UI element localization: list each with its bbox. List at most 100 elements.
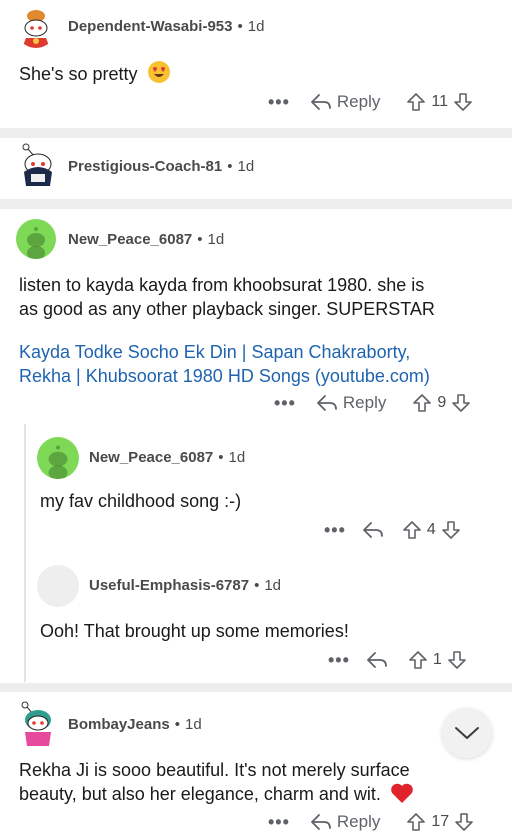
comment-body: She's so pretty [19,60,171,90]
avatar[interactable] [16,219,56,259]
upvote-button[interactable] [408,650,428,670]
username[interactable]: Dependent-Wasabi-953 [68,18,232,35]
comment-age: 1d [264,577,282,594]
comment-meta: BombayJeans • 1d [68,716,202,733]
reply-button[interactable] [366,651,388,669]
username[interactable]: New_Peace_6087 [68,231,192,248]
reply-label: Reply [336,812,381,831]
comment-meta: New_Peace_6087 • 1d [68,231,224,248]
link-text-line: Kayda Todke Socho Ek Din | Sapan Chakrab… [19,342,411,362]
reply-button[interactable]: Reply [310,812,380,832]
separator-dot: • [218,449,224,466]
thread-line[interactable] [24,424,26,682]
comment-text: She's so pretty [19,64,138,84]
separator-dot: • [254,577,260,594]
upvote-icon [409,651,427,669]
comment-meta: Prestigious-Coach-81 • 1d [68,158,254,175]
upvote-icon [403,521,421,539]
scroll-down-button[interactable] [442,708,492,758]
upvote-button[interactable] [412,393,432,413]
comment-separator [0,683,512,692]
comment-text-line: beauty, but also her elegance, charm and… [19,782,414,810]
comment-body: my fav childhood song :-) [40,489,241,513]
link-text-line: Rekha | Khubsoorat 1980 HD Songs (youtub… [19,366,430,386]
downvote-button[interactable] [441,520,461,540]
comment-body: Rekha Ji is sooo beautiful. It's not mer… [19,758,414,810]
reply-arrow-icon [311,814,331,830]
downvote-icon [442,521,460,539]
comment-meta: New_Peace_6087 • 1d [89,449,245,466]
downvote-icon [448,651,466,669]
comment-age: 1d [207,231,225,248]
comment-meta: Useful-Emphasis-6787 • 1d [89,577,281,594]
comment-age: 1d [247,18,265,35]
snoo-avatar-icon [22,143,52,186]
snoo-avatar-icon [27,227,45,259]
reply-arrow-icon [367,652,387,668]
username[interactable]: BombayJeans [68,716,170,733]
more-icon[interactable]: ••• [268,92,290,113]
downvote-button[interactable] [447,650,467,670]
comment-text: my fav childhood song :-) [40,491,242,511]
upvote-button[interactable] [402,520,422,540]
upvote-icon [407,93,426,111]
reply-button[interactable] [362,521,384,539]
vote-count: 9 [437,394,447,411]
snoo-avatar-icon [48,445,68,479]
reply-button[interactable]: Reply [310,92,380,112]
comment-text: beauty, but also her elegance, charm and… [19,784,381,804]
comment-actions: ••• 1 [328,648,467,672]
comment-text-line: listen to kayda kayda from khoobsurat 19… [19,275,425,295]
heart-eyes-emoji-icon [147,60,171,90]
reply-button[interactable]: Reply [316,393,386,413]
vote-count: 4 [426,521,436,538]
comment-separator [0,199,512,209]
downvote-icon [454,93,472,111]
comment-actions: ••• Reply 9 [274,391,471,415]
more-icon[interactable]: ••• [324,520,346,541]
reply-arrow-icon [363,522,383,538]
separator-dot: • [174,716,180,733]
username[interactable]: New_Peace_6087 [89,449,213,466]
comment-separator [0,128,512,138]
comment-age: 1d [184,716,202,733]
upvote-icon [407,813,426,831]
youtube-link[interactable]: Kayda Todke Socho Ek Din | Sapan Chakrab… [19,340,430,388]
reply-label: Reply [342,393,387,412]
reply-arrow-icon [317,395,337,411]
username[interactable]: Useful-Emphasis-6787 [89,577,249,594]
comment-actions: ••• Reply 11 [268,90,473,114]
vote-count: 11 [431,93,448,110]
avatar[interactable] [16,700,56,748]
downvote-button[interactable] [453,92,473,112]
comment-body: listen to kayda kayda from khoobsurat 19… [19,273,435,321]
downvote-icon [452,394,471,412]
downvote-button[interactable] [451,393,471,413]
upvote-icon [413,394,432,412]
avatar[interactable] [16,142,56,190]
upvote-button[interactable] [406,92,426,112]
snoo-avatar-icon [22,10,50,48]
comment-text-line: Rekha Ji is sooo beautiful. It's not mer… [19,760,410,780]
comment-actions: ••• 4 [324,518,461,542]
upvote-button[interactable] [406,812,426,832]
reply-label: Reply [336,92,381,111]
comment-body: Ooh! That brought up some memories! [40,619,349,643]
avatar[interactable] [37,565,79,607]
reply-arrow-icon [311,94,331,110]
avatar[interactable] [16,8,56,48]
chevron-down-icon [455,727,479,739]
more-icon[interactable]: ••• [268,812,290,833]
comment-meta: Dependent-Wasabi-953 • 1d [68,18,264,35]
comment-actions: ••• Reply 17 [268,810,474,834]
red-heart-emoji-icon [390,782,414,810]
more-icon[interactable]: ••• [328,650,350,671]
separator-dot: • [237,18,243,35]
comment-age: 1d [237,158,255,175]
downvote-button[interactable] [454,812,474,832]
avatar[interactable] [37,437,79,479]
more-icon[interactable]: ••• [274,393,296,414]
vote-count: 17 [431,813,450,830]
username[interactable]: Prestigious-Coach-81 [68,158,222,175]
snoo-avatar-icon [21,701,51,746]
